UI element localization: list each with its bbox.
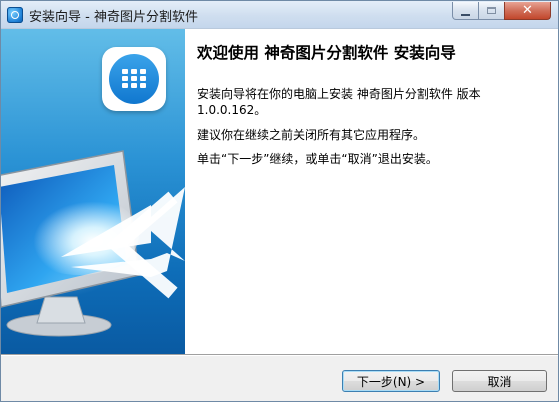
installer-window: 安装向导 - 神奇图片分割软件 ✕ 欢迎使用 神奇图片分割软件 安装向导 安装向… [0,0,559,402]
maximize-button[interactable] [478,2,505,20]
close-button[interactable]: ✕ [504,2,551,20]
close-apps-advice: 建议你在继续之前关闭所有其它应用程序。 [197,128,426,142]
close-icon: ✕ [522,3,533,18]
wizard-content: 欢迎使用 神奇图片分割软件 安装向导 安装向导将在你的电脑上安装 神奇图片分割软… [185,29,558,354]
grid-app-icon [102,47,166,111]
grid-cells [122,69,146,89]
next-button[interactable]: 下一步(N) > [342,370,440,392]
continue-instructions: 单击“下一步”继续，或单击“取消”退出安装。 [197,152,438,166]
grid-app-icon-circle [109,54,159,104]
monitor-arrow-icon [1,150,185,337]
maximize-icon [487,7,496,14]
footer-divider [1,354,558,356]
cancel-button[interactable]: 取消 [452,370,547,392]
install-description: 安装向导将在你的电脑上安装 神奇图片分割软件 版本 1.0.0.162。 [197,87,481,117]
app-icon [7,7,23,23]
title-bar[interactable]: 安装向导 - 神奇图片分割软件 ✕ [1,1,558,29]
minimize-button[interactable] [452,2,479,20]
window-title: 安装向导 - 神奇图片分割软件 [29,10,198,25]
welcome-heading: 欢迎使用 神奇图片分割软件 安装向导 [197,44,456,62]
minimize-icon [461,13,470,16]
wizard-banner [1,29,185,354]
